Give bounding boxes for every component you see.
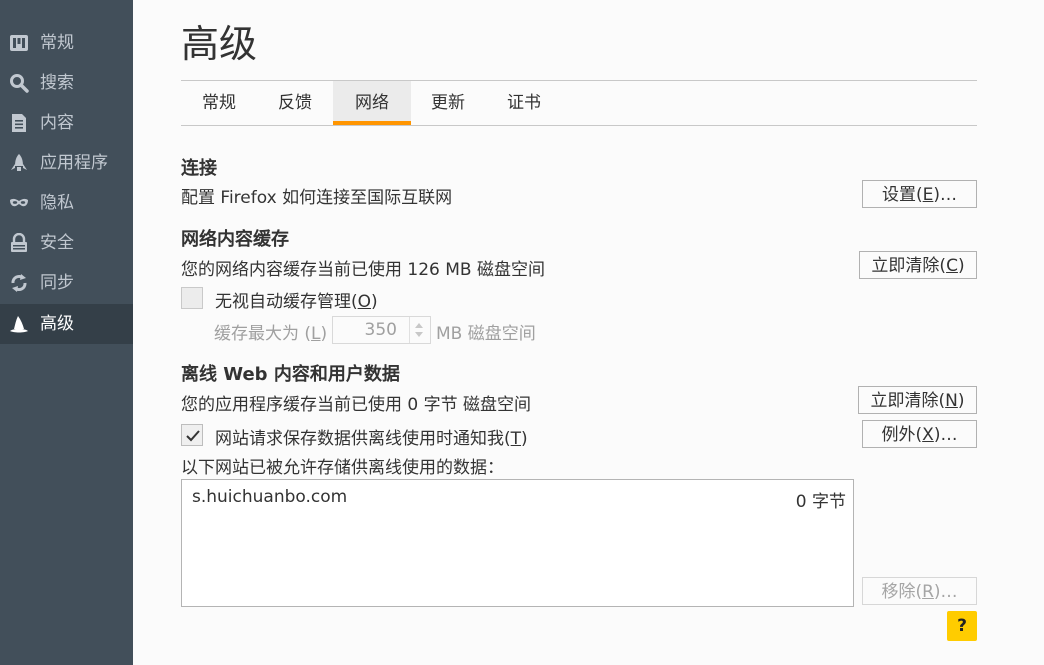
general-icon — [10, 35, 28, 51]
sidebar-item-advanced[interactable]: 高级 — [0, 304, 133, 344]
offline-sites-list[interactable]: s.huichuanbo.com 0 字节 — [181, 479, 854, 607]
chevron-down-icon — [415, 332, 423, 337]
tab-network[interactable]: 网络 — [333, 81, 411, 125]
chevron-up-icon — [415, 323, 423, 328]
sidebar-item-label: 常规 — [40, 33, 74, 53]
document-icon — [12, 114, 26, 132]
sidebar-item-security[interactable]: 安全 — [0, 223, 133, 263]
sidebar-item-label: 内容 — [40, 113, 74, 133]
clear-cache-button[interactable]: 立即清除(C) — [859, 251, 977, 279]
sidebar-item-label: 搜索 — [40, 73, 74, 93]
notify-offline-checkbox[interactable] — [181, 424, 203, 446]
divider — [181, 125, 977, 126]
spin-buttons[interactable] — [409, 317, 430, 343]
help-button[interactable]: ? — [947, 611, 977, 641]
sidebar-item-label: 隐私 — [40, 193, 74, 213]
cache-limit-unit: MB 磁盘空间 — [436, 324, 536, 344]
tab-general[interactable]: 常规 — [181, 81, 257, 125]
site-size: 0 字节 — [795, 492, 846, 512]
search-icon — [10, 74, 29, 93]
sidebar: 常规 搜索 内容 应用程序 隐私 安全 同步 高级 — [0, 0, 133, 665]
tab-feedback[interactable]: 反馈 — [257, 81, 333, 125]
lock-icon — [11, 233, 27, 252]
cache-limit-label: 缓存最大为 (L) — [214, 324, 328, 344]
tab-update[interactable]: 更新 — [411, 81, 485, 125]
sync-icon — [11, 274, 27, 292]
main-panel: 高级 常规 反馈 网络 更新 证书 连接 配置 Firefox 如何连接至国际互… — [133, 0, 1044, 665]
override-cache-label[interactable]: 无视自动缓存管理(O) — [215, 287, 378, 312]
sidebar-item-general[interactable]: 常规 — [0, 23, 133, 63]
cache-status: 您的网络内容缓存当前已使用 126 MB 磁盘空间 — [181, 260, 545, 280]
notify-offline-label[interactable]: 网站请求保存数据供离线使用时通知我(T) — [215, 424, 528, 449]
rocket-icon — [11, 154, 27, 171]
tab-certificates[interactable]: 证书 — [485, 81, 563, 125]
sidebar-item-label: 应用程序 — [40, 153, 108, 173]
cache-limit-input[interactable]: 350 — [332, 316, 431, 344]
sidebar-item-label: 高级 — [40, 314, 74, 334]
page-title: 高级 — [181, 22, 258, 66]
connection-settings-button[interactable]: 设置(E)… — [862, 180, 977, 208]
cache-limit-value: 350 — [364, 320, 397, 340]
offline-list-label: 以下网站已被允许存储供离线使用的数据： — [181, 458, 504, 478]
override-cache-checkbox[interactable] — [181, 287, 203, 309]
sidebar-item-privacy[interactable]: 隐私 — [0, 183, 133, 223]
site-name: s.huichuanbo.com — [192, 487, 348, 507]
wizard-hat-icon — [10, 316, 28, 333]
remove-button[interactable]: 移除(R)… — [862, 577, 977, 605]
sidebar-item-content[interactable]: 内容 — [0, 103, 133, 143]
offline-heading: 离线 Web 内容和用户数据 — [181, 364, 400, 385]
connection-description: 配置 Firefox 如何连接至国际互联网 — [181, 188, 453, 208]
offline-status: 您的应用程序缓存当前已使用 0 字节 磁盘空间 — [181, 395, 532, 415]
sidebar-item-label: 同步 — [40, 273, 74, 293]
sidebar-item-applications[interactable]: 应用程序 — [0, 143, 133, 183]
sidebar-item-sync[interactable]: 同步 — [0, 263, 133, 303]
checkmark-icon — [186, 430, 200, 442]
clear-offline-button[interactable]: 立即清除(N) — [858, 386, 977, 414]
sidebar-item-label: 安全 — [40, 233, 74, 253]
connection-heading: 连接 — [181, 158, 217, 179]
sidebar-item-search[interactable]: 搜索 — [0, 63, 133, 103]
exceptions-button[interactable]: 例外(X)… — [862, 420, 977, 448]
mask-icon — [10, 198, 28, 207]
cache-heading: 网络内容缓存 — [181, 229, 289, 250]
